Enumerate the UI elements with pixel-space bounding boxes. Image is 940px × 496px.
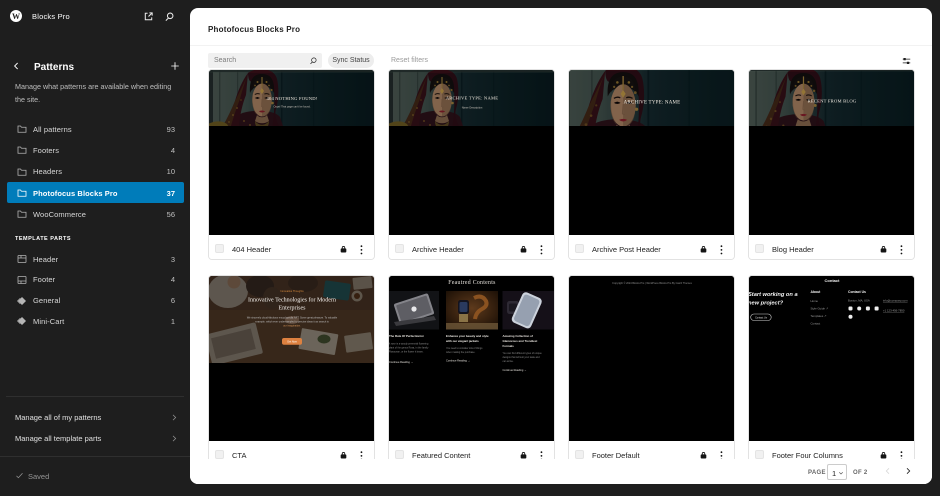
svg-text:can arrive.: can arrive.	[503, 360, 514, 363]
svg-text:Name Description: Name Description	[462, 106, 483, 110]
svg-text:new project?: new project?	[749, 301, 784, 307]
svg-text:About: About	[811, 290, 822, 294]
svg-text:It rose is a woody perennial f: It rose is a woody perennial flowering	[389, 343, 429, 346]
svg-text:plant of the genus Rosa, in th: plant of the genus Rosa, in the family	[389, 347, 429, 350]
svg-text:Enhance your beauty and style: Enhance your beauty and style	[446, 334, 489, 338]
svg-text:+1 123-456-7890: +1 123-456-7890	[883, 309, 905, 313]
svg-text:Contact: Contact	[811, 322, 821, 326]
svg-text:You can find different types o: You can find different types of unique	[503, 352, 543, 355]
svg-text:designs that will suit your ta: designs that will suit your taste and	[503, 356, 541, 359]
svg-text:Templates ↗: Templates ↗	[811, 314, 828, 318]
svg-text:404 NOTHING FOUND!: 404 NOTHING FOUND!	[266, 96, 317, 101]
svg-text:Get Now: Get Now	[287, 341, 297, 344]
svg-text:RECENT FROM BLOG: RECENT FROM BLOG	[808, 99, 857, 104]
svg-text:Continue Reading →: Continue Reading →	[503, 368, 527, 372]
svg-text:our imagination.: our imagination.	[283, 325, 301, 328]
svg-text:Start working on a: Start working on a	[749, 292, 798, 298]
svg-text:Boston, MA, USA: Boston, MA, USA	[848, 299, 870, 303]
svg-text:Glamorous and Trendiest: Glamorous and Trendiest	[503, 339, 538, 343]
svg-text:Formals: Formals	[503, 344, 515, 348]
svg-text:Innovative Thoughts: Innovative Thoughts	[280, 289, 304, 293]
svg-text:W: W	[12, 12, 20, 21]
svg-text:Enterprises: Enterprises	[279, 306, 307, 312]
svg-text:info@company.com: info@company.com	[883, 299, 908, 303]
svg-text:Feautred Contents: Feautred Contents	[448, 280, 496, 286]
svg-text:when making the purchase.: when making the purchase.	[446, 351, 476, 354]
svg-text:Innovative Technologies for Mo: Innovative Technologies for Modern	[248, 297, 336, 304]
svg-text:with our elegant jackets: with our elegant jackets	[445, 339, 479, 343]
svg-text:You need to consider lots of t: You need to consider lots of things	[446, 347, 483, 350]
svg-text:Copyright © 2024 Blocks Pro |: Copyright © 2024 Blocks Pro | WordPress …	[612, 282, 692, 285]
svg-text:Contact: Contact	[825, 278, 841, 283]
svg-text:Continue Reading →: Continue Reading →	[389, 360, 413, 364]
svg-text:Rosaceae, or the flower it bea: Rosaceae, or the flower it bears.	[389, 351, 424, 354]
svg-text:Oops! That page can’t be found: Oops! That page can’t be found.	[273, 105, 310, 109]
svg-text:Amazing Collection of: Amazing Collection of	[503, 334, 533, 338]
svg-text:Contact Us: Contact Us	[755, 316, 768, 319]
svg-text:Contact Us: Contact Us	[848, 290, 866, 294]
svg-text:The Rule Of Perfectionist: The Rule Of Perfectionist	[389, 334, 424, 338]
svg-text:Home: Home	[811, 299, 819, 303]
svg-text:Continue Reading →: Continue Reading →	[446, 359, 470, 363]
svg-text:We sincerely cloud-fabulous en: We sincerely cloud-fabulous encyclopedia…	[247, 317, 338, 320]
svg-text:example, which ever undersampl: example, which ever undersampled to prec…	[255, 321, 329, 324]
svg-text:ARCHIVE TYPE: NAME: ARCHIVE TYPE: NAME	[446, 96, 499, 101]
svg-text:Style Guide ↗: Style Guide ↗	[811, 307, 829, 311]
svg-text:ARCHIVE TYPE: NAME: ARCHIVE TYPE: NAME	[624, 101, 681, 106]
